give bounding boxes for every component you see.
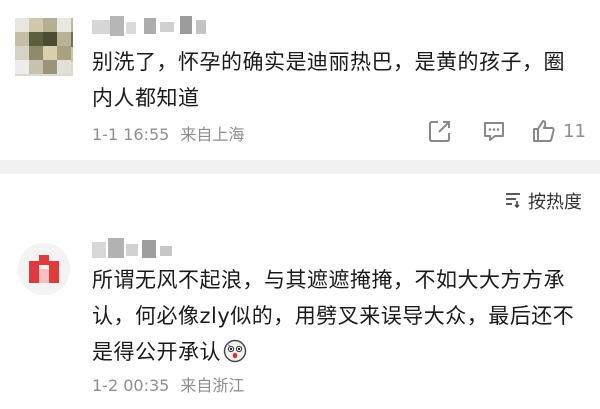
comment-text-content: 所谓无风不起浪，与其遮遮掩掩，不如大大方方承认，何必像zly似的，用劈叉来误导大…	[92, 268, 575, 364]
comment-location: 来自浙江	[180, 376, 245, 395]
sort-icon	[504, 190, 528, 213]
username-redacted[interactable]	[92, 234, 192, 260]
comment-location: 来自上海	[180, 125, 245, 144]
comment-item: 别洗了，怀孕的确实是迪丽热巴，是黄的孩子，圈内人都知道 1-1 16:55 来自…	[0, 0, 600, 156]
sort-button[interactable]: 按热度	[504, 188, 582, 214]
shocked-face-emoji	[223, 338, 247, 363]
comment-meta: 1-1 16:55 来自上海	[92, 121, 244, 145]
comment-time: 1-1 16:55	[92, 125, 170, 144]
comment-actions: 11	[427, 117, 586, 145]
comment-meta: 1-2 00:35 来自浙江	[92, 372, 244, 396]
comment-text: 别洗了，怀孕的确实是迪丽热巴，是黄的孩子，圈内人都知道	[92, 50, 565, 110]
avatar[interactable]	[18, 243, 70, 295]
like-icon[interactable]	[531, 118, 557, 144]
avatar[interactable]	[15, 18, 73, 76]
sort-label: 按热度	[528, 192, 582, 213]
username-redacted[interactable]	[92, 14, 212, 38]
comment-time: 1-2 00:35	[92, 376, 170, 395]
like-count: 11	[563, 120, 586, 142]
share-icon[interactable]	[427, 118, 453, 144]
comment-text: 所谓无风不起浪，与其遮遮掩掩，不如大大方方承认，何必像zly似的，用劈叉来误导大…	[92, 262, 592, 370]
section-divider	[0, 160, 600, 174]
comment-icon[interactable]	[481, 118, 507, 144]
